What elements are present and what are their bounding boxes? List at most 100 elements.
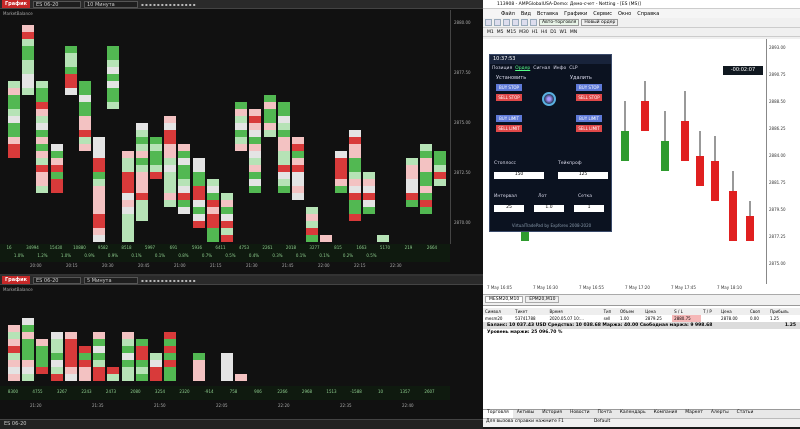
market-watch-icon[interactable]: [503, 19, 510, 26]
tf-m30[interactable]: M30: [519, 30, 529, 35]
chart-tab[interactable]: График: [2, 276, 30, 284]
delete-buy-limit-button[interactable]: BUY LIMIT: [576, 115, 602, 122]
stoploss-input[interactable]: 150: [494, 172, 544, 179]
tab-position[interactable]: Позиция: [492, 66, 512, 71]
tab-articles[interactable]: Статьи: [733, 410, 758, 418]
menu-item[interactable]: Вставка: [537, 11, 558, 17]
new-order-button[interactable]: Новый ордер: [581, 19, 619, 26]
chart-tab[interactable]: График: [2, 0, 30, 8]
tab-company[interactable]: Компания: [650, 410, 682, 418]
target-icon[interactable]: [542, 92, 556, 106]
takeprofit-input[interactable]: 125: [558, 172, 608, 179]
footprint-cell: [8, 144, 20, 151]
time-tick: 7 May 16:55: [579, 285, 604, 290]
symbol-select[interactable]: ES 06-20: [33, 0, 81, 8]
footprint-cell: [249, 123, 262, 130]
tab-calendar[interactable]: Календарь: [616, 410, 650, 418]
col-price[interactable]: Цена: [643, 308, 672, 315]
tab-info[interactable]: Инфо: [553, 66, 566, 71]
stoploss-label[interactable]: Стоплосс: [494, 161, 516, 166]
table-row[interactable]: mesm20 53741788 2020.05.07 10:... sell 1.00 2…: [483, 315, 800, 322]
tab-mail[interactable]: Почта: [594, 410, 616, 418]
tf-h1[interactable]: H1: [532, 30, 538, 35]
footprint-cell: [8, 116, 20, 123]
col-sl[interactable]: S / L: [672, 308, 701, 315]
footprint-cell: [64, 81, 77, 88]
footprint-cell: [277, 179, 290, 186]
menu-item[interactable]: Графики: [564, 11, 587, 17]
profiles-icon[interactable]: [494, 19, 501, 26]
navigator-icon[interactable]: [512, 19, 519, 26]
footprint-cell: [8, 353, 20, 360]
footprint-grid: [0, 18, 450, 244]
tab-history[interactable]: История: [538, 410, 566, 418]
tester-icon[interactable]: [530, 19, 537, 26]
tab-news[interactable]: Новости: [566, 410, 594, 418]
tab-trade[interactable]: Торговля: [483, 410, 513, 418]
sell-stop-button[interactable]: SELL STOP: [496, 94, 522, 101]
footprint-cell: [192, 165, 205, 172]
interval-select[interactable]: 5 Минута: [84, 276, 138, 284]
tab-signal[interactable]: Сигнал: [533, 66, 550, 71]
tf-m1[interactable]: M1: [487, 30, 494, 35]
terminal-icon[interactable]: [521, 19, 528, 26]
col-time[interactable]: Время: [547, 308, 601, 315]
col-tp[interactable]: T / P: [701, 308, 719, 315]
footprint-cell: [348, 172, 361, 179]
footprint-cell: [221, 221, 233, 228]
new-chart-icon[interactable]: [485, 19, 492, 26]
tab-clp[interactable]: CLP: [569, 66, 577, 71]
col-profit[interactable]: Прибыль: [768, 308, 800, 315]
delete-buy-stop-button[interactable]: BUY STOP: [576, 84, 602, 91]
footprint-cell: [93, 179, 106, 186]
footprint-cell: [36, 186, 49, 193]
menu-bar: Файл Вид Вставка Графики Сервис Окно Спр…: [483, 9, 800, 18]
col-swap[interactable]: Своп: [748, 308, 768, 315]
indicator-label: MarketBalance: [3, 11, 33, 16]
col-type[interactable]: Тип: [602, 308, 618, 315]
menu-item[interactable]: Файл: [501, 11, 515, 17]
delete-sell-stop-button[interactable]: SELL STOP: [576, 94, 602, 101]
chart-tab-epm20[interactable]: EPM20,M10: [525, 296, 560, 303]
buy-limit-button[interactable]: BUY LIMIT: [496, 115, 522, 122]
price-chart[interactable]: 2893.00 2890.75 2888.50 2886.25 2884.00 2881.…: [483, 39, 800, 295]
interval-input[interactable]: 25: [494, 205, 524, 212]
tab-market[interactable]: Маркет: [681, 410, 707, 418]
footprint-cell: [50, 165, 63, 172]
tf-mn[interactable]: MN: [570, 30, 577, 35]
table-header: Символ Тикет Время Тип Объем Цена S / LT / P Це…: [483, 308, 800, 315]
footprint-cell: [249, 158, 262, 165]
chart-tab-mesm20[interactable]: MESM20,M10: [485, 296, 524, 303]
col-symbol[interactable]: Символ: [483, 308, 513, 315]
col-ticket[interactable]: Тикет: [513, 308, 547, 315]
menu-item[interactable]: Справка: [637, 11, 659, 17]
buy-stop-button[interactable]: BUY STOP: [496, 84, 522, 91]
menu-item[interactable]: Сервис: [593, 11, 612, 17]
footprint-cell: [93, 186, 106, 193]
autotrade-button[interactable]: Авто-торговля: [539, 19, 580, 26]
delete-sell-limit-button[interactable]: SELL LIMIT: [576, 125, 602, 132]
tf-d1[interactable]: D1: [550, 30, 556, 35]
takeprofit-label[interactable]: Тейкпроф: [558, 161, 582, 166]
menu-item[interactable]: Окно: [618, 11, 631, 17]
tf-m15[interactable]: M15: [507, 30, 517, 35]
col-volume[interactable]: Объем: [618, 308, 643, 315]
percent-value: 1.0%: [13, 253, 25, 258]
tab-assets[interactable]: Активы: [513, 410, 539, 418]
footer-symbol[interactable]: ES 06-20: [0, 419, 483, 429]
tf-h4[interactable]: H4: [541, 30, 547, 35]
footprint-cell: [22, 39, 35, 46]
interval-select[interactable]: 10 Минута: [84, 0, 138, 8]
lot-input[interactable]: 1.0: [534, 205, 564, 212]
footprint-cell: [277, 102, 290, 109]
sell-limit-button[interactable]: SELL LIMIT: [496, 125, 522, 132]
tab-alerts[interactable]: Алерты: [707, 410, 733, 418]
grid-input[interactable]: 1: [574, 205, 604, 212]
tf-m5[interactable]: M5: [497, 30, 504, 35]
tab-order[interactable]: Ордер: [515, 66, 530, 71]
tf-w1[interactable]: W1: [560, 30, 567, 35]
col-current-price[interactable]: Цена: [719, 308, 748, 315]
footprint-cell: [334, 186, 347, 193]
menu-item[interactable]: Вид: [521, 11, 531, 17]
symbol-select[interactable]: ES 06-20: [33, 276, 81, 284]
